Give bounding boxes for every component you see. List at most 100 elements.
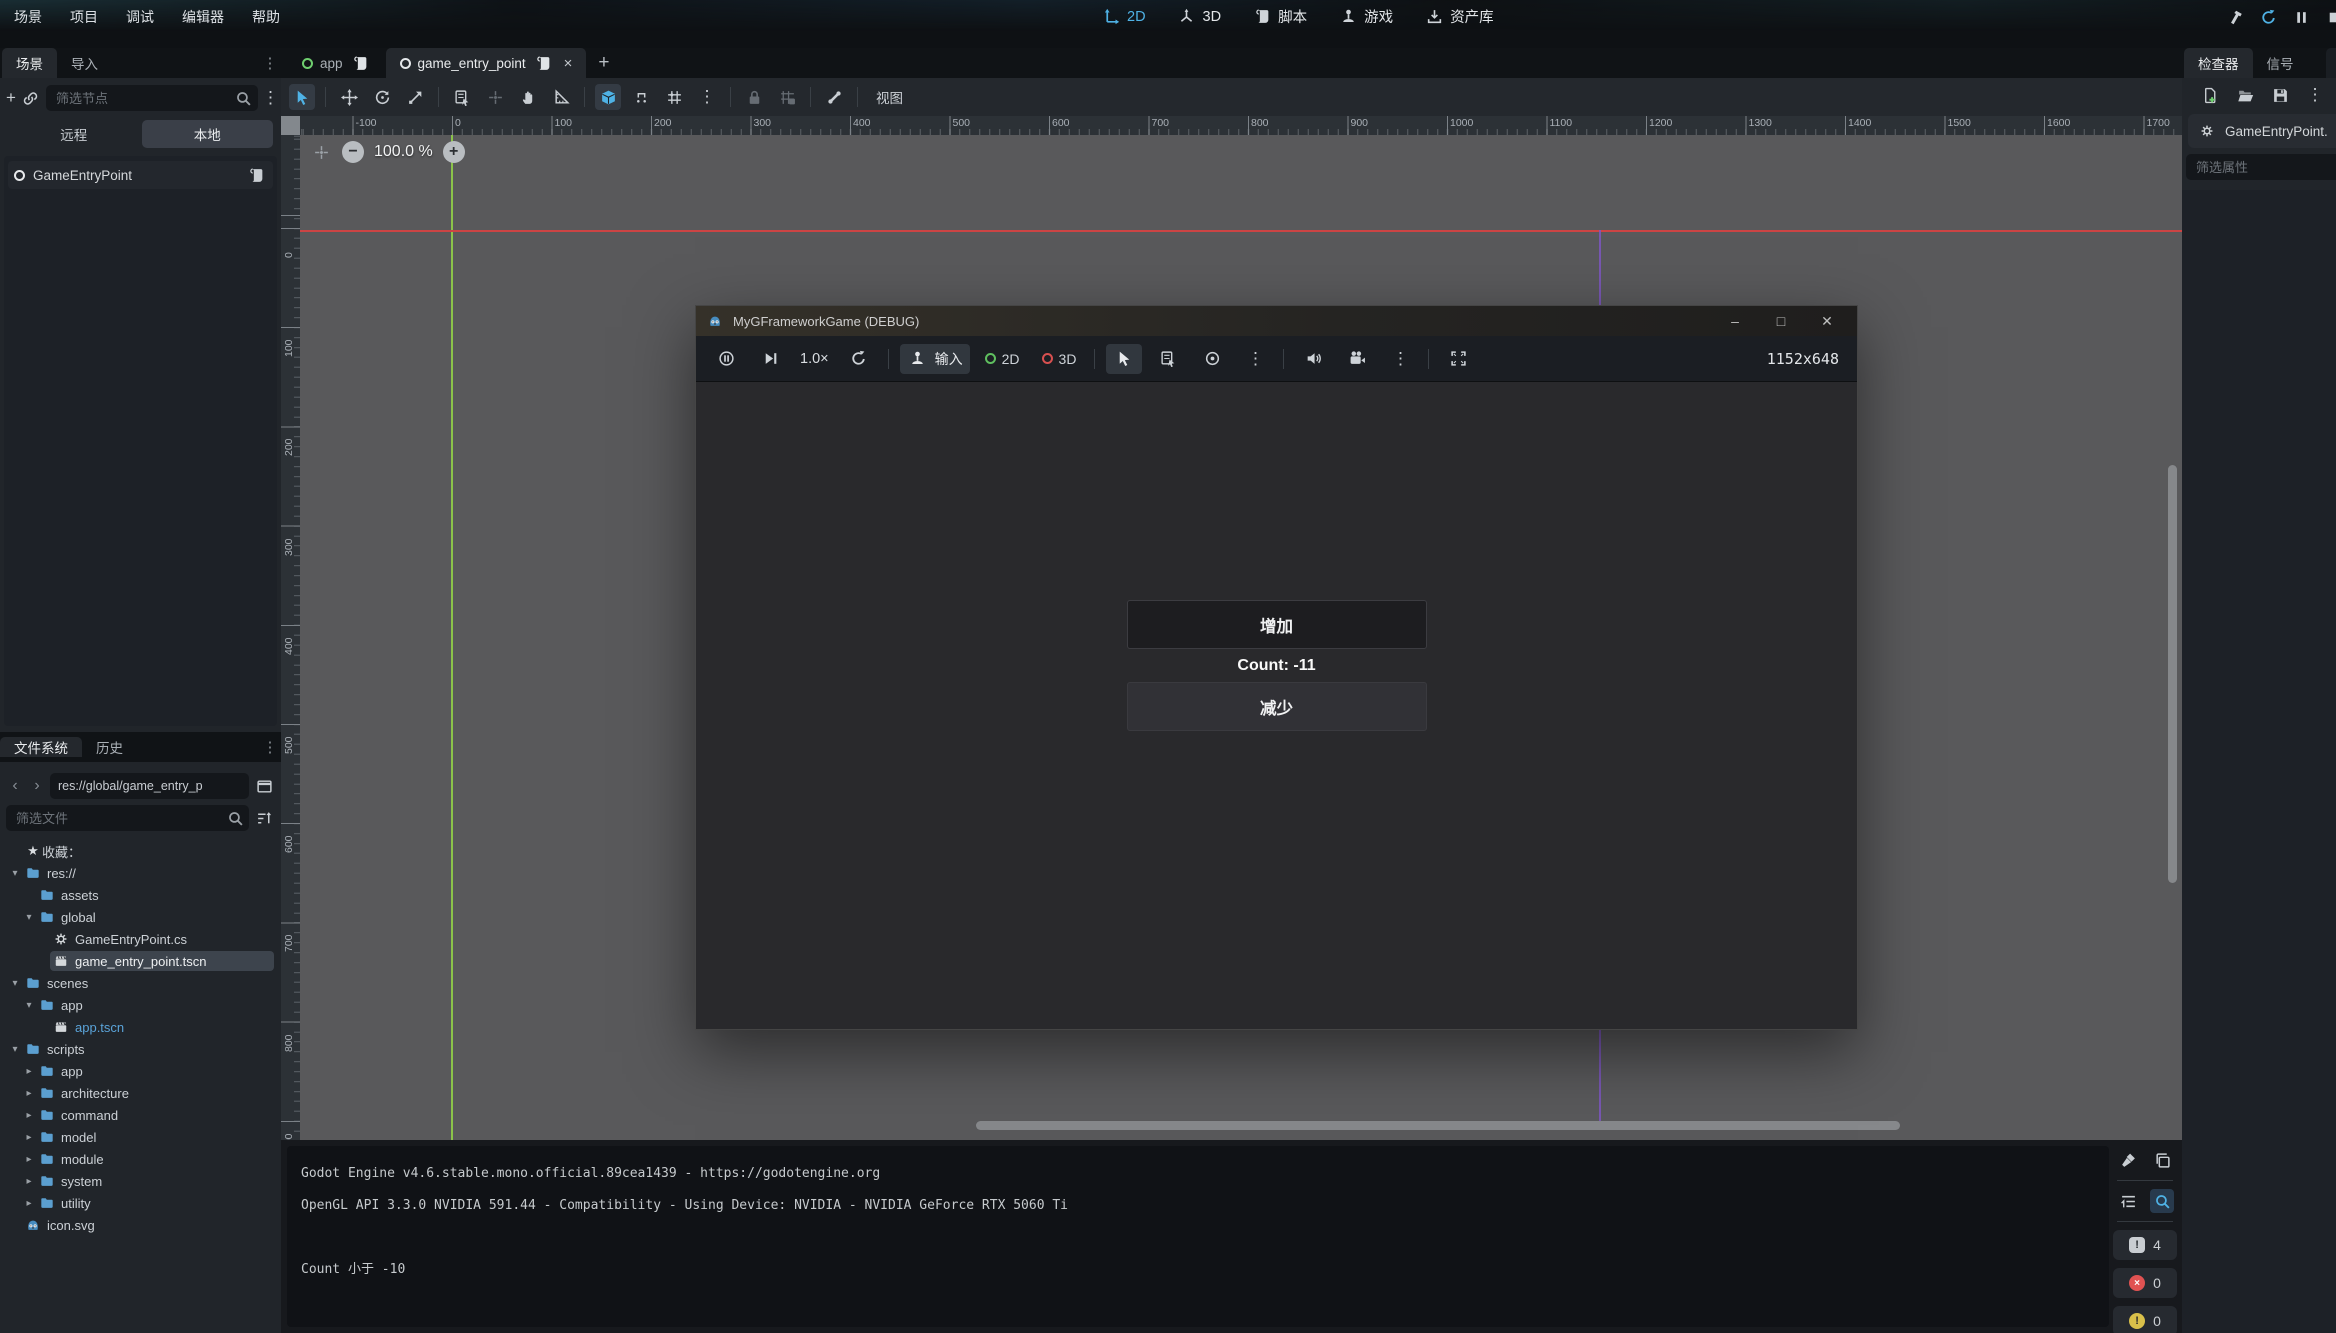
file-tree-item[interactable]: assets <box>0 884 281 906</box>
nav-back-icon[interactable]: ‹ <box>6 777 24 795</box>
filesystem-menu-dots[interactable]: ⋮ <box>260 736 280 758</box>
mute-audio-button[interactable] <box>1295 344 1331 374</box>
canvas-vscrollbar[interactable] <box>2168 465 2177 883</box>
file-tree-item[interactable]: ▸model <box>0 1126 281 1148</box>
load-resource-button[interactable] <box>2233 83 2257 107</box>
file-tree-item[interactable]: ▾app <box>0 994 281 1016</box>
context-tab-脚本[interactable]: 脚本 <box>1251 6 1307 28</box>
debugger-messages-badge[interactable]: !4 <box>2113 1230 2177 1260</box>
speed-indicator[interactable]: 1.0× <box>796 351 833 367</box>
filter-files-input[interactable] <box>6 805 249 831</box>
grid-snap-toggle[interactable] <box>628 84 654 110</box>
camera-override-button[interactable] <box>1339 344 1375 374</box>
nav-forward-icon[interactable]: › <box>28 777 46 795</box>
decrease-button[interactable]: 减少 <box>1127 682 1427 731</box>
save-resource-button[interactable] <box>2268 83 2292 107</box>
dock-menu-dots[interactable]: ⋮ <box>260 52 280 74</box>
file-tree-item[interactable]: icon.svg <box>0 1214 281 1236</box>
new-scene-tab-button[interactable]: + <box>586 48 621 78</box>
file-tree-item[interactable]: ▸module <box>0 1148 281 1170</box>
file-tree-item[interactable]: ▸utility <box>0 1192 281 1214</box>
edited-resource-bar[interactable]: GameEntryPoint. <box>2188 114 2336 148</box>
sort-files-icon[interactable] <box>253 807 275 829</box>
file-tree-item[interactable]: ▾global <box>0 906 281 928</box>
file-tree-item[interactable]: ▾res:// <box>0 862 281 884</box>
scene-tree-menu-dots[interactable]: ⋮ <box>262 87 279 109</box>
chevron-right-icon[interactable]: ▸ <box>22 1110 36 1121</box>
menubar-menu-4[interactable]: 帮助 <box>252 7 280 27</box>
context-tab-3D[interactable]: 3D <box>1176 6 1222 28</box>
chevron-down-icon[interactable]: ▾ <box>22 1000 36 1011</box>
current-path[interactable]: res://global/game_entry_p <box>50 773 249 799</box>
resource-menu[interactable]: ⋮ <box>2303 83 2327 107</box>
warnings-badge[interactable]: !0 <box>2113 1306 2177 1333</box>
filesystem-tab-文件系统[interactable]: 文件系统 <box>0 737 82 757</box>
tab-partial[interactable] <box>2326 48 2336 78</box>
game-window-titlebar[interactable]: MyGFrameworkGame (DEBUG) – □ ✕ <box>696 306 1857 336</box>
mode-2d-button[interactable]: 2D <box>978 344 1027 374</box>
add-node-button[interactable]: + <box>6 87 16 109</box>
suspend-button[interactable] <box>708 344 744 374</box>
menubar-menu-3[interactable]: 编辑器 <box>182 7 224 27</box>
close-button[interactable]: ✕ <box>1817 313 1837 330</box>
input-mode-button[interactable]: 输入 <box>900 344 970 374</box>
copy-output-button[interactable] <box>2150 1148 2174 1172</box>
instance-scene-icon[interactable] <box>20 87 42 109</box>
skeleton-menu[interactable] <box>821 84 847 110</box>
chevron-down-icon[interactable]: ▾ <box>8 1044 22 1055</box>
pick-list-tool[interactable] <box>1150 344 1186 374</box>
chevron-right-icon[interactable]: ▸ <box>22 1154 36 1165</box>
center-view-icon[interactable] <box>310 141 332 163</box>
local-button[interactable]: 本地 <box>142 120 274 148</box>
context-tab-2D[interactable]: 2D <box>1100 6 1146 28</box>
file-tree-item[interactable]: ▸system <box>0 1170 281 1192</box>
dock-tab-场景[interactable]: 场景 <box>2 48 57 78</box>
file-tree-item[interactable]: app.tscn <box>0 1016 281 1038</box>
scene-root-node[interactable]: GameEntryPoint <box>8 161 273 189</box>
list-select-tool[interactable] <box>449 84 475 110</box>
scale-tool[interactable] <box>402 84 428 110</box>
scene-tab-app[interactable]: app <box>288 48 386 78</box>
file-tree-item[interactable]: ▸command <box>0 1104 281 1126</box>
rotate-tool[interactable] <box>369 84 395 110</box>
embed-window-button[interactable] <box>1440 344 1476 374</box>
ruler-tool[interactable] <box>548 84 574 110</box>
menubar-menu-2[interactable]: 调试 <box>126 7 154 27</box>
menubar-menu-0[interactable]: 场景 <box>14 7 42 27</box>
filter-nodes-input[interactable] <box>46 85 258 111</box>
context-tab-游戏[interactable]: 游戏 <box>1337 6 1393 28</box>
inspector-tab-信号[interactable]: 信号 <box>2253 48 2308 78</box>
chevron-right-icon[interactable]: ▸ <box>22 1198 36 1209</box>
file-tree-item[interactable]: ▾scripts <box>0 1038 281 1060</box>
chevron-right-icon[interactable]: ▸ <box>22 1176 36 1187</box>
scene-tab-game_entry_point[interactable]: game_entry_point× <box>386 48 587 78</box>
split-window-icon[interactable] <box>253 775 275 797</box>
chevron-right-icon[interactable]: ▸ <box>22 1066 36 1077</box>
pause-button[interactable] <box>2289 5 2313 29</box>
maximize-button[interactable]: □ <box>1771 313 1791 330</box>
file-tree-item[interactable]: ★收藏： <box>0 840 281 862</box>
view-menu-button[interactable]: 视图 <box>868 87 911 107</box>
file-tree-item[interactable]: ▸app <box>0 1060 281 1082</box>
minimize-button[interactable]: – <box>1725 313 1745 330</box>
canvas-hscrollbar[interactable] <box>976 1121 1900 1130</box>
remote-button[interactable]: 远程 <box>8 120 140 148</box>
file-tree-item[interactable]: ▾scenes <box>0 972 281 994</box>
chevron-right-icon[interactable]: ▸ <box>22 1132 36 1143</box>
stop-button[interactable] <box>2322 5 2336 29</box>
pick-node-tool[interactable] <box>1106 344 1142 374</box>
chevron-down-icon[interactable]: ▾ <box>22 912 36 923</box>
inspector-tab-检查器[interactable]: 检查器 <box>2184 48 2253 78</box>
dock-tab-导入[interactable]: 导入 <box>57 48 112 78</box>
filesystem-tab-历史[interactable]: 历史 <box>82 737 137 757</box>
pick-options-menu[interactable]: ⋮ <box>1238 344 1272 374</box>
context-tab-资产库[interactable]: 资产库 <box>1423 6 1494 28</box>
focus-selected-button[interactable] <box>1194 344 1230 374</box>
collapse-output-button[interactable] <box>2116 1189 2140 1213</box>
chevron-down-icon[interactable]: ▾ <box>8 868 22 879</box>
script-icon[interactable] <box>245 164 267 186</box>
build-button[interactable] <box>2223 5 2247 29</box>
chevron-down-icon[interactable]: ▾ <box>8 978 22 989</box>
new-resource-button[interactable] <box>2198 83 2222 107</box>
filter-properties-input[interactable] <box>2186 154 2336 180</box>
